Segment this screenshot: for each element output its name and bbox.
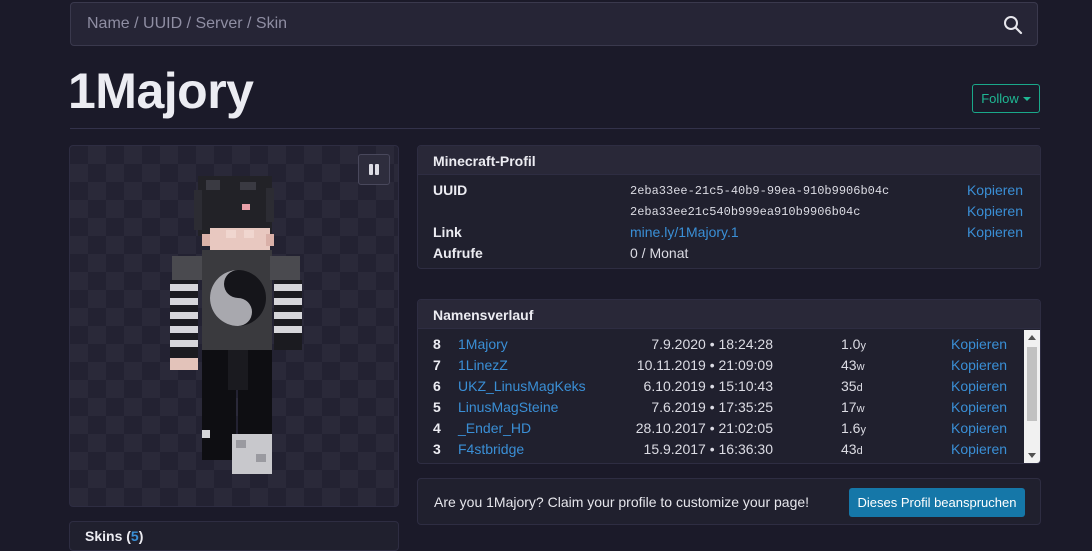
skin-render [170, 176, 302, 474]
duration-unit: d [856, 445, 863, 457]
views-value: 0 / Monat [630, 245, 689, 261]
duration: 35d [841, 378, 863, 394]
name-history-row: 7 1LinezZ 10.11.2019 • 21:09:09 43w Kopi… [418, 357, 1024, 378]
name-history-row: 4 _Ender_HD 28.10.2017 • 21:02:05 1.6y K… [418, 420, 1024, 441]
skins-card-header: Skins (5) [85, 528, 144, 544]
name-history-row: 5 LinusMagSteine 7.6.2019 • 17:35:25 17w… [418, 399, 1024, 420]
change-date: 7.6.2019 • 17:35:25 [651, 399, 773, 415]
minecraft-profile-card: Minecraft-Profil UUID 2eba33ee-21c5-40b9… [417, 145, 1041, 269]
duration-unit: w [856, 361, 865, 373]
copy-uuid-plain-link[interactable]: Kopieren [967, 203, 1023, 219]
change-date: 28.10.2017 • 21:02:05 [635, 420, 773, 436]
name-link[interactable]: 1LinezZ [458, 357, 508, 373]
change-date: 6.10.2019 • 15:10:43 [643, 378, 773, 394]
uuid-value: 2eba33ee-21c5-40b9-99ea-910b9906b04c [630, 184, 890, 198]
uuid-row: UUID 2eba33ee-21c5-40b9-99ea-910b9906b04… [418, 182, 1040, 203]
name-link[interactable]: _Ender_HD [458, 420, 531, 436]
copy-link-link[interactable]: Kopieren [967, 224, 1023, 240]
minecraft-profile-header: Minecraft-Profil [418, 146, 1040, 175]
copy-name-link[interactable]: Kopieren [951, 378, 1007, 394]
row-number: 6 [433, 378, 441, 394]
profile-name-heading: 1Majory [68, 63, 254, 119]
claim-profile-card: Are you 1Majory? Claim your profile to c… [417, 478, 1041, 525]
scroll-up-icon[interactable] [1028, 335, 1036, 340]
duration: 43d [841, 441, 863, 457]
duration-value: 43 [841, 441, 857, 457]
skins-label: Skins [85, 528, 123, 544]
duration: 17w [841, 399, 865, 415]
duration-value: 17 [841, 399, 857, 415]
duration-value: 35 [841, 378, 857, 394]
change-date: 10.11.2019 • 21:09:09 [636, 357, 773, 373]
row-number: 4 [433, 420, 441, 436]
skin-viewer[interactable] [69, 145, 399, 507]
name-history-row: 6 UKZ_LinusMagKeks 6.10.2019 • 15:10:43 … [418, 378, 1024, 399]
name-history-row: 3 F4stbridge 15.9.2017 • 16:36:30 43d Ko… [418, 441, 1024, 462]
duration-unit: w [856, 403, 865, 415]
duration: 43w [841, 357, 865, 373]
follow-button[interactable]: Follow [972, 84, 1040, 113]
duration-unit: y [860, 340, 866, 352]
views-row: Aufrufe 0 / Monat [418, 245, 1040, 266]
views-label: Aufrufe [433, 245, 483, 261]
scrollbar-thumb[interactable] [1027, 347, 1037, 421]
caret-down-icon [1022, 97, 1031, 101]
claim-profile-button[interactable]: Dieses Profil beanspruchen [849, 488, 1025, 517]
uuid-plain-value: 2eba33ee21c540b999ea910b9906b04c [630, 205, 861, 219]
duration-value: 1.0 [841, 336, 861, 352]
profile-short-link[interactable]: mine.ly/1Majory.1 [630, 224, 739, 240]
pause-icon [369, 164, 373, 175]
copy-name-link[interactable]: Kopieren [951, 336, 1007, 352]
link-label: Link [433, 224, 462, 240]
search-icon[interactable] [1003, 15, 1023, 35]
duration-value: 1.6 [841, 420, 861, 436]
duration-unit: d [856, 382, 863, 394]
search-bar [70, 2, 1038, 46]
duration: 1.0y [841, 336, 866, 352]
name-link[interactable]: UKZ_LinusMagKeks [458, 378, 586, 394]
copy-name-link[interactable]: Kopieren [951, 357, 1007, 373]
copy-name-link[interactable]: Kopieren [951, 441, 1007, 457]
name-link[interactable]: F4stbridge [458, 441, 524, 457]
duration-unit: y [860, 424, 866, 436]
copy-name-link[interactable]: Kopieren [951, 420, 1007, 436]
claim-text: Are you 1Majory? Claim your profile to c… [434, 494, 810, 510]
row-number: 7 [433, 357, 441, 373]
uuid-plain-row: 2eba33ee21c540b999ea910b9906b04c Kopiere… [418, 203, 1040, 224]
pause-icon-bar [375, 164, 379, 175]
scroll-down-icon[interactable] [1028, 453, 1036, 458]
skins-card: Skins (5) [69, 521, 399, 551]
header-divider [70, 128, 1040, 129]
follow-button-label: Follow [981, 91, 1019, 106]
name-link[interactable]: LinusMagSteine [458, 399, 558, 415]
uuid-label: UUID [433, 182, 468, 198]
change-date: 7.9.2020 • 18:24:28 [651, 336, 773, 352]
pause-button[interactable] [358, 154, 390, 185]
name-history-card: Namensverlauf 8 1Majory 7.9.2020 • 18:24… [417, 299, 1041, 464]
copy-uuid-link[interactable]: Kopieren [967, 182, 1023, 198]
name-history-row: 8 1Majory 7.9.2020 • 18:24:28 1.0y Kopie… [418, 336, 1024, 357]
link-row: Link mine.ly/1Majory.1 Kopieren [418, 224, 1040, 245]
name-link[interactable]: 1Majory [458, 336, 508, 352]
duration-value: 43 [841, 357, 857, 373]
skins-count[interactable]: 5 [131, 528, 139, 544]
name-history-header: Namensverlauf [418, 300, 1040, 329]
search-input[interactable] [71, 3, 1037, 45]
row-number: 3 [433, 441, 441, 457]
name-history-scrollbar[interactable] [1024, 330, 1040, 463]
copy-name-link[interactable]: Kopieren [951, 399, 1007, 415]
duration: 1.6y [841, 420, 866, 436]
row-number: 8 [433, 336, 441, 352]
change-date: 15.9.2017 • 16:36:30 [643, 441, 773, 457]
row-number: 5 [433, 399, 441, 415]
name-history-list[interactable]: 8 1Majory 7.9.2020 • 18:24:28 1.0y Kopie… [418, 330, 1024, 463]
